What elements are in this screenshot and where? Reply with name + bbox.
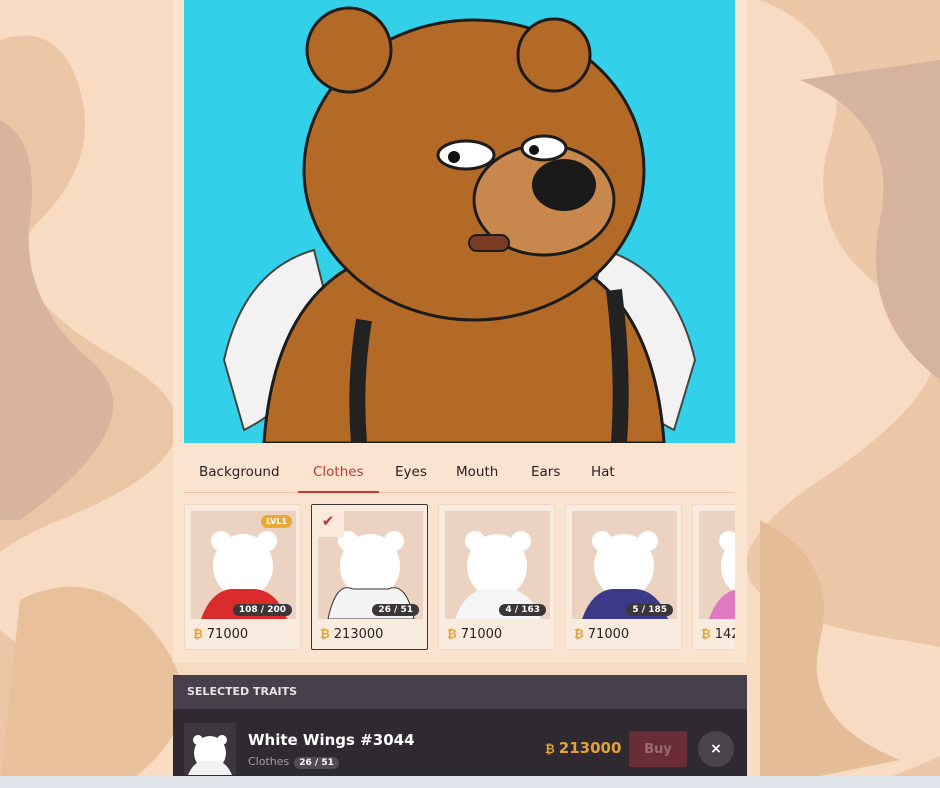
tab-mouth[interactable]: Mouth	[456, 452, 498, 492]
coin-icon: ₿	[701, 627, 711, 641]
selected-trait-price: ₿ 213000	[545, 739, 622, 757]
trait-thumbnail: 5 / 185	[572, 511, 677, 619]
trait-thumbnail: LVL1 108 / 200	[191, 511, 296, 619]
trait-tabs: Background Clothes Eyes Mouth Ears Hat	[184, 452, 735, 493]
trait-card[interactable]: ₿142	[692, 504, 735, 650]
close-icon[interactable]: ×	[698, 731, 734, 767]
supply-count: 5 / 185	[626, 604, 673, 616]
level-badge: LVL1	[261, 515, 292, 528]
trait-card[interactable]: 5 / 185 ₿ 71000	[565, 504, 682, 650]
trait-card[interactable]: LVL1 108 / 200 ₿ 71000	[184, 504, 301, 650]
nft-preview-image	[184, 0, 735, 443]
tab-background[interactable]: Background	[199, 452, 280, 492]
coin-icon: ₿	[447, 627, 457, 641]
tab-ears[interactable]: Ears	[531, 452, 560, 492]
supply-count: 26 / 51	[372, 604, 419, 616]
supply-count: 108 / 200	[232, 604, 292, 616]
trait-card[interactable]: 4 / 163 ₿ 71000	[438, 504, 555, 650]
buy-button[interactable]: Buy	[629, 731, 687, 767]
trait-thumbnail: 4 / 163	[445, 511, 550, 619]
tab-clothes[interactable]: Clothes	[298, 452, 379, 493]
check-icon: ✔	[312, 505, 344, 537]
trait-thumbnail	[699, 511, 735, 619]
trait-price: 213000	[333, 627, 384, 642]
selected-trait-category: Clothes 26 / 51	[248, 755, 339, 769]
trait-card-selected[interactable]: 26 / 51 ✔ ₿ 213000	[311, 504, 428, 650]
bottom-strip	[0, 776, 940, 788]
selected-trait-count: 26 / 51	[294, 757, 339, 769]
trait-price: 142	[714, 627, 735, 642]
trait-price: 71000	[206, 627, 249, 642]
selected-traits-panel: SELECTED TRAITS White Wings #3044 Clothe…	[173, 675, 747, 788]
tab-eyes[interactable]: Eyes	[395, 452, 427, 492]
trait-carousel: LVL1 108 / 200 ₿ 71000 26 / 51 ✔ ₿ 213000 …	[184, 504, 735, 652]
selected-trait-thumbnail	[184, 723, 236, 775]
selected-trait-name: White Wings #3044	[248, 731, 415, 749]
selected-traits-header: SELECTED TRAITS	[173, 675, 747, 709]
coin-icon: ₿	[574, 627, 584, 641]
coin-icon: ₿	[193, 627, 203, 641]
coin-icon: ₿	[320, 627, 330, 641]
trait-price: 71000	[460, 627, 503, 642]
tab-hat[interactable]: Hat	[591, 452, 615, 492]
coin-icon: ₿	[545, 742, 555, 756]
trait-price: 71000	[587, 627, 630, 642]
supply-count: 4 / 163	[499, 604, 546, 616]
